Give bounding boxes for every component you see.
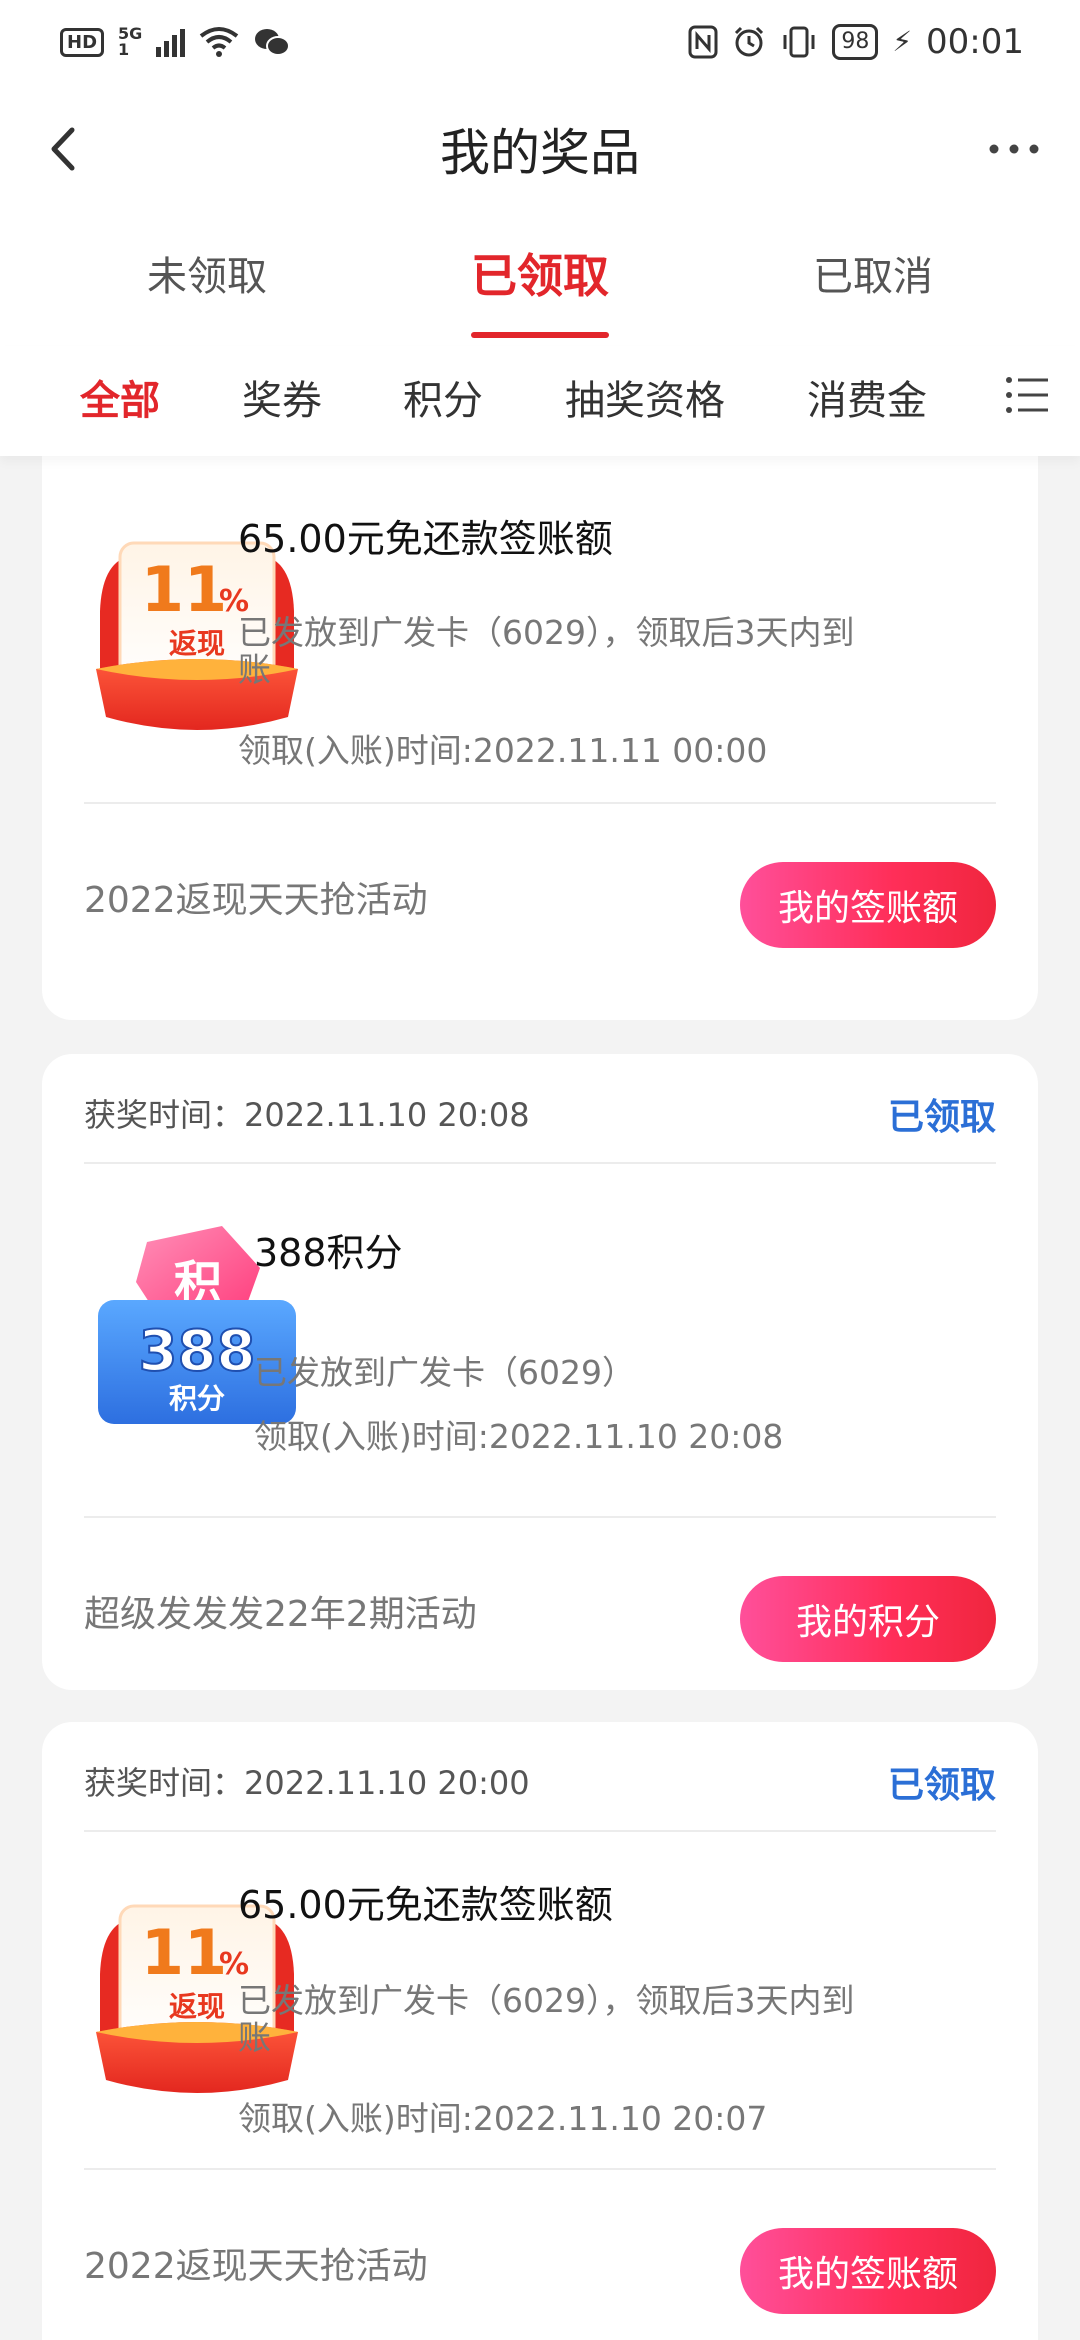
claim-time: 领取(入账)时间:2022.11.11 00:00 — [238, 731, 768, 770]
prize-description: 已发放到广发卡（6029） — [254, 1353, 635, 1392]
vibrate-icon — [783, 26, 815, 58]
prize-description: 已发放到广发卡（6029），领取后3天内到账 — [238, 613, 855, 689]
prize-description: 已发放到广发卡（6029），领取后3天内到账 — [238, 1981, 855, 2057]
card-divider — [84, 1516, 996, 1518]
claim-status: 已领取 — [887, 1097, 996, 1138]
claim-time: 领取(入账)时间:2022.11.10 20:07 — [238, 2099, 768, 2138]
prize-title: 65.00元免还款签账额 — [238, 517, 613, 561]
filter-consumption-gold[interactable]: 消费金 — [807, 368, 927, 426]
charging-icon: ⚡ — [892, 25, 913, 58]
list-menu-icon[interactable] — [1004, 372, 1050, 418]
alarm-icon — [735, 26, 764, 57]
prize-card: 11 % 返现 65.00元免还款签账额 已发放到广发卡（6029），领取后3天… — [42, 456, 1038, 1020]
page-title: 我的奖品 — [440, 124, 640, 182]
back-arrow-icon[interactable] — [38, 122, 92, 176]
card-divider — [84, 2168, 996, 2170]
prize-card: 获奖时间：2022.11.10 20:08 已领取 积 388 积分 388积分… — [42, 1054, 1038, 1690]
activity-name: 2022返现天天抢活动 — [84, 2246, 428, 2287]
filter-lottery[interactable]: 抽奖资格 — [565, 368, 725, 426]
prize-title: 388积分 — [254, 1231, 403, 1275]
claim-time: 领取(入账)时间:2022.11.10 20:08 — [254, 1417, 784, 1456]
status-bar-right: 98 ⚡ 00:01 — [688, 22, 1024, 62]
won-time: 获奖时间：2022.11.10 20:00 — [84, 1764, 530, 1802]
status-tabs: 未领取 已领取 已取消 — [0, 214, 1080, 346]
svg-text:388: 388 — [139, 1319, 256, 1384]
tab-claimed[interactable]: 已领取 — [471, 240, 609, 306]
prize-title: 65.00元免还款签账额 — [238, 1883, 613, 1927]
category-filters: 全部 奖券 积分 抽奖资格 消费金 — [0, 346, 1080, 456]
status-bar: HD 5G 1 98 ⚡ 00:01 — [0, 0, 1080, 84]
active-tab-indicator — [471, 332, 609, 338]
my-credit-button[interactable]: 我的签账额 — [740, 2228, 996, 2314]
tab-unclaimed[interactable]: 未领取 — [147, 244, 267, 302]
claim-status: 已领取 — [887, 1765, 996, 1806]
my-points-button[interactable]: 我的积分 — [740, 1576, 996, 1662]
svg-text:11: 11 — [141, 1916, 227, 1989]
prize-list[interactable]: 11 % 返现 65.00元免还款签账额 已发放到广发卡（6029），领取后3天… — [0, 456, 1080, 2340]
status-bar-left: HD 5G 1 — [60, 26, 291, 58]
won-time: 获奖时间：2022.11.10 20:08 — [84, 1096, 530, 1134]
activity-name: 2022返现天天抢活动 — [84, 880, 428, 921]
svg-text:11: 11 — [141, 553, 227, 626]
network-type: 5G 1 — [118, 24, 143, 59]
hd-indicator: HD — [60, 27, 105, 57]
nfc-icon — [688, 25, 718, 59]
svg-text:返现: 返现 — [169, 1990, 225, 2023]
card-header: 获奖时间：2022.11.10 20:00 已领取 — [84, 1722, 996, 1832]
wifi-icon — [200, 27, 239, 57]
my-credit-button[interactable]: 我的签账额 — [740, 862, 996, 948]
filter-all[interactable]: 全部 — [80, 368, 160, 426]
more-options-icon[interactable] — [984, 134, 1044, 164]
filter-coupons[interactable]: 奖券 — [242, 368, 322, 426]
prize-card: 获奖时间：2022.11.10 20:00 已领取 11 % 返现 65.00元… — [42, 1722, 1038, 2340]
filter-points[interactable]: 积分 — [403, 368, 483, 426]
battery-indicator: 98 — [832, 24, 879, 60]
svg-text:返现: 返现 — [169, 627, 225, 660]
signal-icon — [156, 27, 186, 57]
activity-name: 超级发发发22年2期活动 — [84, 1594, 477, 1635]
nav-bar: 我的奖品 — [0, 84, 1080, 214]
svg-text:%: % — [219, 1947, 249, 1982]
card-header: 获奖时间：2022.11.10 20:08 已领取 — [84, 1054, 996, 1164]
svg-text:积分: 积分 — [169, 1382, 225, 1415]
tab-cancelled[interactable]: 已取消 — [813, 244, 933, 302]
card-divider — [84, 802, 996, 804]
wechat-icon — [255, 29, 291, 56]
clock: 00:01 — [926, 22, 1024, 62]
